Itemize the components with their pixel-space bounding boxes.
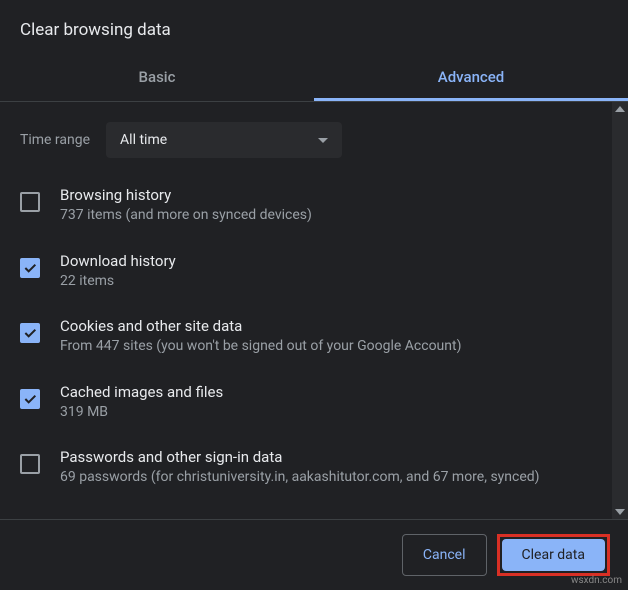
cancel-button[interactable]: Cancel <box>402 534 487 576</box>
check-icon <box>22 391 38 407</box>
tab-basic[interactable]: Basic <box>0 56 314 101</box>
scroll-down-icon <box>615 509 625 515</box>
scrollbar[interactable] <box>612 102 628 519</box>
list-item: Cookies and other site data From 447 sit… <box>20 317 592 357</box>
scroll-up-icon <box>615 106 625 112</box>
checkbox-browsing-history[interactable] <box>20 192 40 212</box>
clear-browsing-data-dialog: Clear browsing data Basic Advanced Time … <box>0 0 628 590</box>
item-subtitle: 22 items <box>60 272 592 292</box>
check-icon <box>22 325 38 341</box>
clear-data-button[interactable]: Clear data <box>502 539 605 571</box>
list-item: Passwords and other sign-in data 69 pass… <box>20 448 592 488</box>
item-title: Passwords and other sign-in data <box>60 448 592 466</box>
checkbox-download-history[interactable] <box>20 258 40 278</box>
item-subtitle: 319 MB <box>60 403 592 423</box>
item-subtitle: From 447 sites (you won't be signed out … <box>60 337 592 357</box>
item-subtitle: 737 items (and more on synced devices) <box>60 206 592 226</box>
check-icon <box>22 260 38 276</box>
item-subtitle: 69 passwords (for christuniversity.in, a… <box>60 468 592 488</box>
time-range-value: All time <box>120 132 167 148</box>
checkbox-passwords[interactable] <box>20 454 40 474</box>
dialog-footer: Cancel Clear data <box>0 519 628 590</box>
checkbox-cache[interactable] <box>20 389 40 409</box>
time-range-select[interactable]: All time <box>106 122 342 158</box>
checkbox-cookies[interactable] <box>20 323 40 343</box>
time-range-row: Time range All time <box>20 122 592 158</box>
tabs: Basic Advanced <box>0 56 628 102</box>
item-title: Cookies and other site data <box>60 317 592 335</box>
list-item: Browsing history 737 items (and more on … <box>20 186 592 226</box>
item-title: Browsing history <box>60 186 592 204</box>
item-title: Cached images and files <box>60 383 592 401</box>
list-item: Download history 22 items <box>20 252 592 292</box>
chevron-down-icon <box>318 138 328 143</box>
list-item: Cached images and files 319 MB <box>20 383 592 423</box>
watermark: wsxdn.com <box>571 575 622 586</box>
content-wrap: Time range All time Browsing history 737… <box>0 102 628 519</box>
item-title: Download history <box>60 252 592 270</box>
time-range-label: Time range <box>20 132 90 148</box>
tab-advanced[interactable]: Advanced <box>314 56 628 101</box>
dialog-title: Clear browsing data <box>0 0 628 56</box>
highlight-box: Clear data <box>497 534 610 576</box>
content: Time range All time Browsing history 737… <box>0 102 612 519</box>
